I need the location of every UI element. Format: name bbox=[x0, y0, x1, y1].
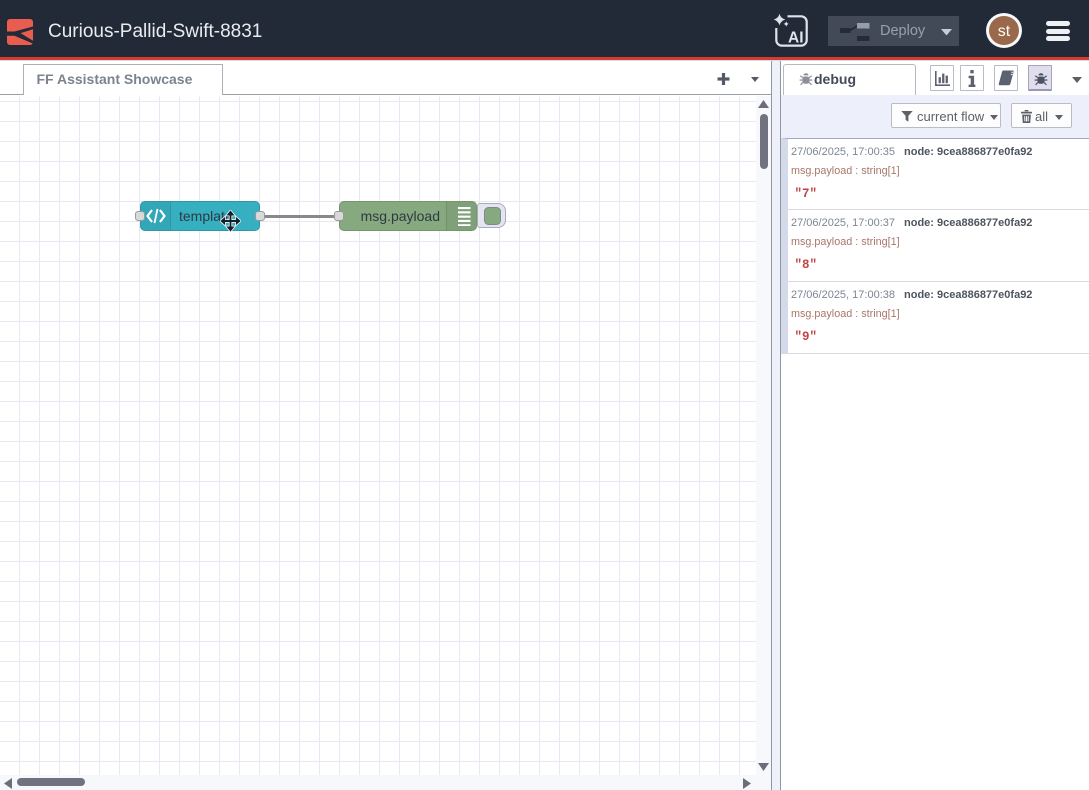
svg-text:AI: AI bbox=[788, 30, 804, 47]
